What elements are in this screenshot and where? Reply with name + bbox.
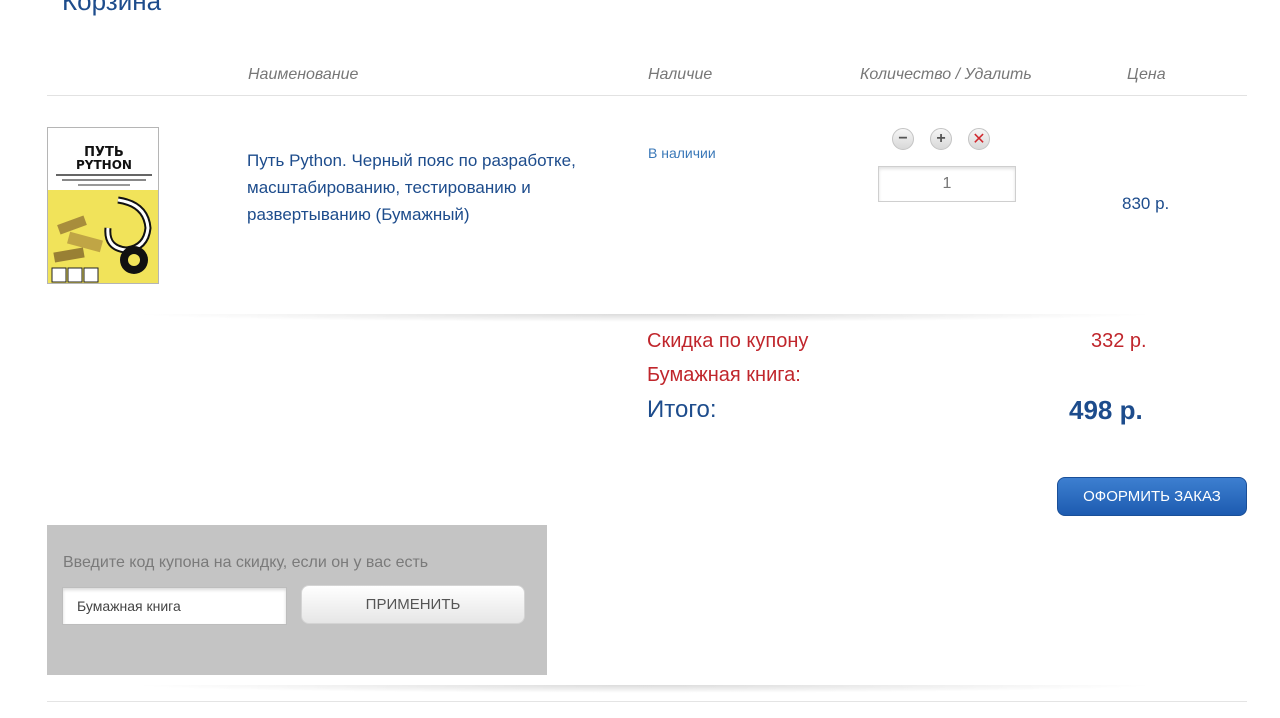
- column-header-quantity: Количество / Удалить: [860, 66, 1032, 83]
- book-cover-art: ПУТЬ PYTHON: [48, 128, 158, 283]
- column-header-availability: Наличие: [648, 66, 713, 83]
- availability-status: В наличии: [648, 145, 716, 161]
- discount-value: 332 р.: [1091, 330, 1147, 352]
- plus-icon: +: [936, 130, 946, 147]
- remove-item-button[interactable]: ✕: [968, 128, 990, 150]
- minus-icon: −: [898, 130, 908, 147]
- coupon-panel: Введите код купона на скидку, если он у …: [47, 525, 547, 675]
- discount-label: Скидка по купону: [647, 330, 809, 352]
- decrease-quantity-button[interactable]: −: [892, 128, 914, 150]
- coupon-hint: Введите код купона на скидку, если он у …: [63, 554, 429, 571]
- coupon-code-input[interactable]: [62, 587, 287, 625]
- product-title-link[interactable]: Путь Python. Черный пояс по разработке, …: [247, 147, 607, 228]
- book-cover-image[interactable]: ПУТЬ PYTHON: [47, 127, 159, 284]
- applied-coupon-name: Бумажная книга:: [647, 364, 801, 386]
- header-divider: [47, 95, 1247, 96]
- footer-divider-shadow: [130, 685, 1160, 693]
- apply-coupon-button[interactable]: ПРИМЕНИТЬ: [301, 585, 525, 624]
- item-divider-shadow: [130, 314, 1160, 322]
- checkout-button[interactable]: ОФОРМИТЬ ЗАКАЗ: [1057, 477, 1247, 516]
- close-icon: ✕: [972, 131, 986, 148]
- column-header-price: Цена: [1127, 66, 1166, 83]
- total-label: Итого:: [647, 396, 717, 423]
- footer-divider: [47, 701, 1247, 702]
- column-header-name: Наименование: [248, 66, 359, 83]
- item-price: 830 р.: [1122, 194, 1170, 213]
- cover-title-line2: PYTHON: [76, 158, 132, 172]
- page-title: Корзина: [62, 0, 162, 16]
- total-value: 498 р.: [1069, 395, 1143, 425]
- quantity-input[interactable]: [878, 166, 1016, 202]
- increase-quantity-button[interactable]: +: [930, 128, 952, 150]
